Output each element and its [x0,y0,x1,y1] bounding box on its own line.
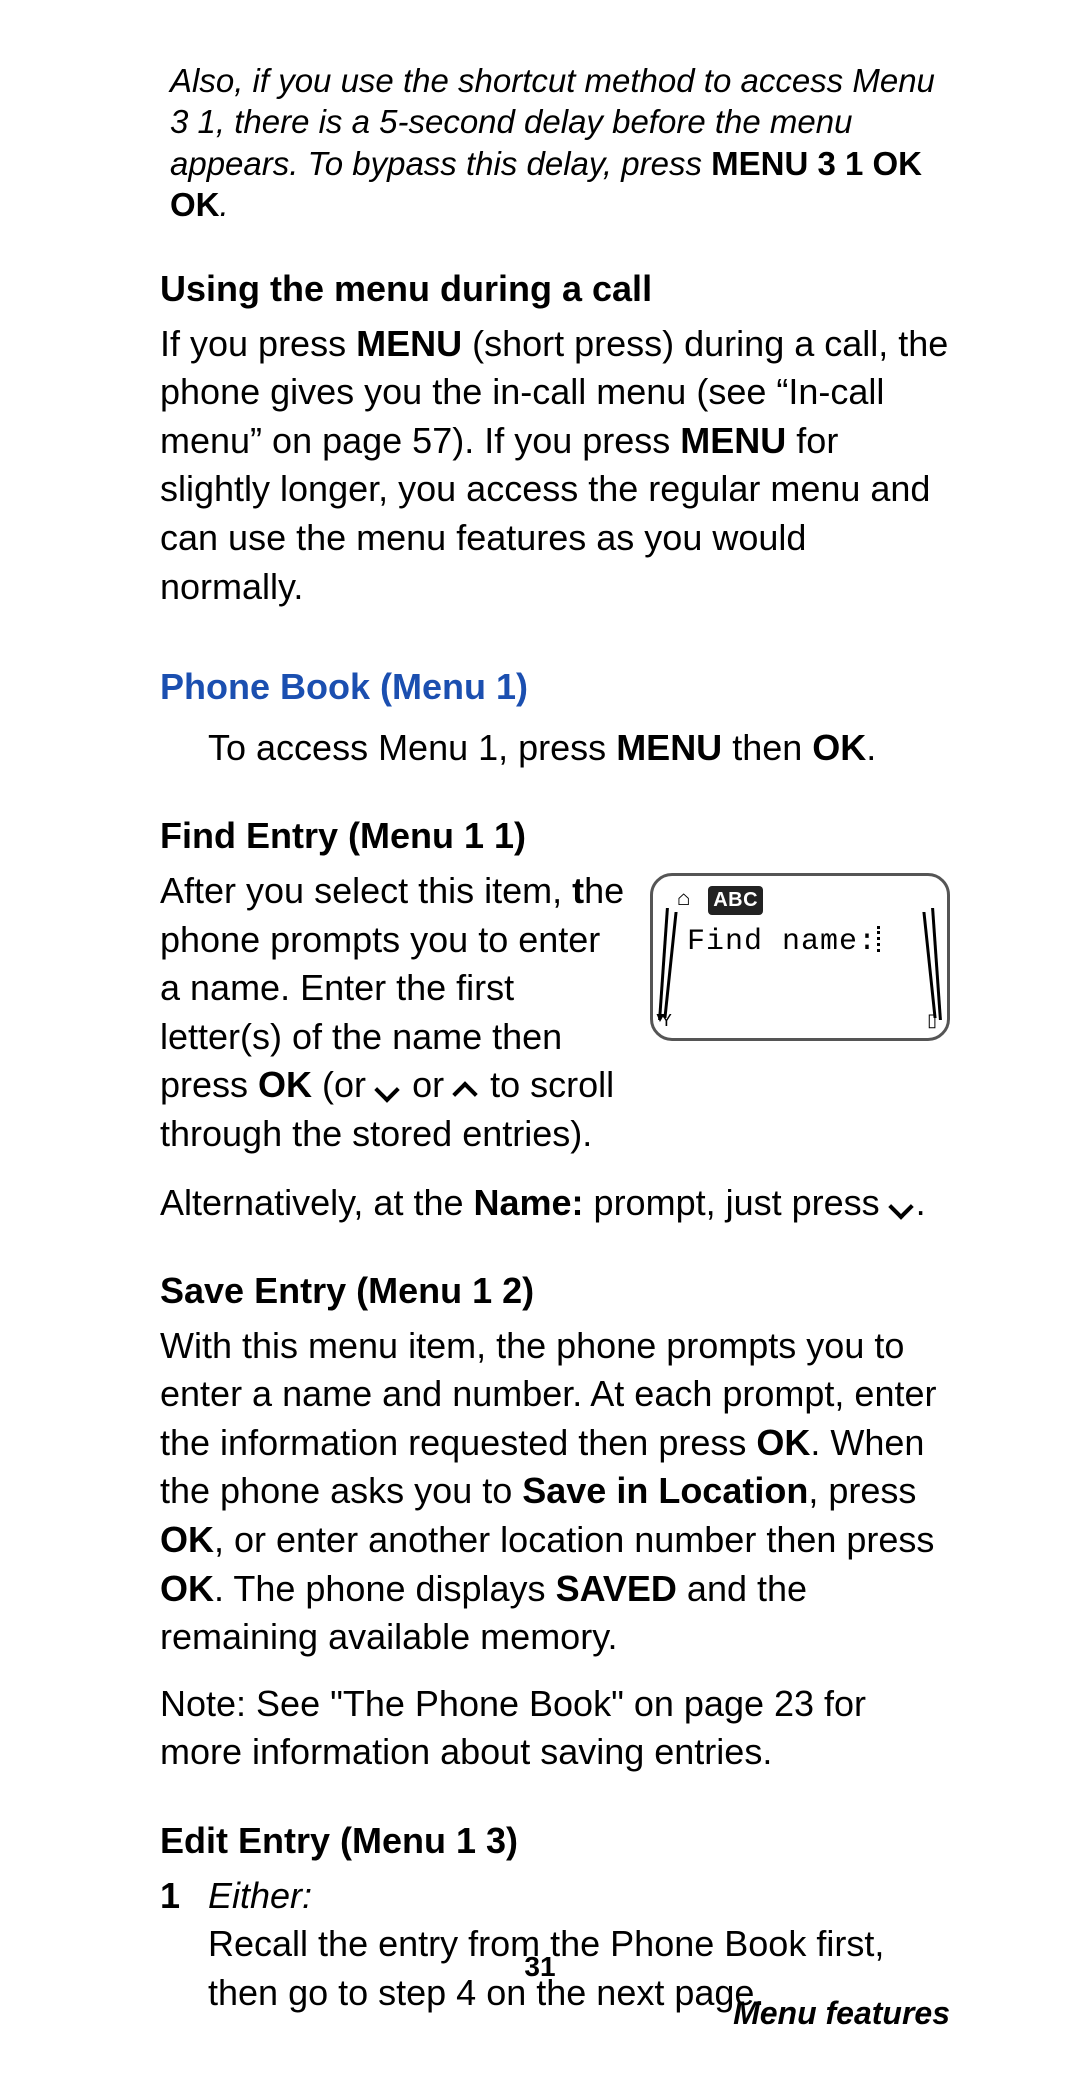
text: If you press [160,323,356,364]
heading-using-menu-during-call: Using the menu during a call [160,265,950,314]
saved-label: SAVED [556,1568,677,1609]
menu-key-label: MENU [356,323,462,364]
shortcut-note: Also, if you use the shortcut method to … [170,60,950,225]
text: . The phone displays [214,1568,556,1609]
text: then [722,727,812,768]
text: , press [808,1470,916,1511]
para-using-menu: If you press MENU (short press) during a… [160,320,950,612]
para-find-alternative: Alternatively, at the Name: prompt, just… [160,1179,950,1228]
text: After you select this item, [160,870,572,911]
text-cursor-icon [877,926,888,952]
heading-phone-book: Phone Book (Menu 1) [160,663,950,712]
ok-key-label: OK [160,1568,214,1609]
phone-screen-illustration: ⌂ ABC Find name: Y ▯ [650,873,950,1041]
shortcut-note-dot: . [220,186,229,223]
ok-key-label: OK [756,1422,810,1463]
para-save-note: Note: See "The Phone Book" on page 23 fo… [160,1680,950,1777]
footer-section-title: Menu features [733,1992,950,2035]
para-phone-book-access: To access Menu 1, press MENU then OK. [208,724,950,773]
step-number: 1 [160,1872,208,2018]
ok-key-label: OK [812,727,866,768]
save-in-location-label: Save in Location [522,1470,808,1511]
screen-status-bar: ⌂ ABC [677,886,933,916]
manual-page: Also, if you use the shortcut method to … [0,0,1080,2095]
text: prompt, just press [584,1182,890,1223]
text: or [402,1064,454,1105]
menu-key-label: MENU [616,727,722,768]
heading-find-entry: Find Entry (Menu 1 1) [160,812,950,861]
antenna-icon: Y [661,1010,672,1034]
text: . [916,1182,926,1223]
find-entry-row: After you select this item, the phone pr… [160,867,950,1165]
name-prompt-label: Name: [474,1182,584,1223]
ok-key-label: OK [160,1519,214,1560]
screen-prompt-text: Find name: [687,922,933,963]
page-number: 31 [0,1948,1080,1986]
abc-mode-icon: ABC [708,886,763,915]
heading-edit-entry: Edit Entry (Menu 1 3) [160,1817,950,1866]
para-find-entry: After you select this item, the phone pr… [160,867,630,1159]
text: t [572,870,584,911]
chevron-down-icon [376,1081,402,1095]
battery-icon: ▯ [927,1010,937,1034]
text: (or [312,1064,376,1105]
step-either-label: Either: [208,1875,312,1916]
text: To access Menu 1, press [208,727,616,768]
chevron-down-icon [890,1198,916,1212]
menu-key-label: MENU [680,420,786,461]
ok-key-label: OK [258,1064,312,1105]
chevron-up-icon [454,1081,480,1095]
heading-save-entry: Save Entry (Menu 1 2) [160,1267,950,1316]
home-icon: ⌂ [677,885,690,915]
text: , or enter another location number then … [214,1519,934,1560]
text: . [866,727,876,768]
para-save-entry: With this menu item, the phone prompts y… [160,1322,950,1662]
text: Alternatively, at the [160,1182,474,1223]
text: Find name: [687,925,877,959]
